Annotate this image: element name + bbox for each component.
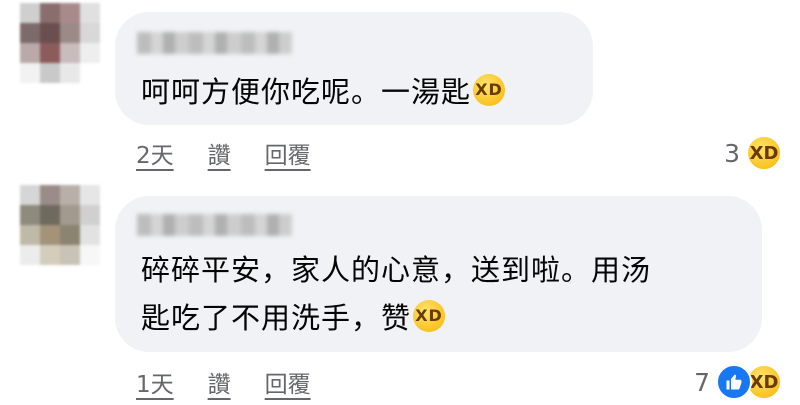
like-button[interactable]: 讚 [208,136,231,170]
laughing-emoji-icon: XD [746,135,782,171]
comment-actions: 2天 讚 回覆 [136,133,311,173]
reaction-summary[interactable]: 7 XD [694,362,782,402]
reaction-count: 7 [694,367,710,397]
reply-button[interactable]: 回覆 [265,136,311,170]
like-thumb-icon [716,364,752,400]
reaction-summary[interactable]: 3 XD [724,133,782,173]
commenter-name-blurred[interactable] [137,32,292,54]
reply-button[interactable]: 回覆 [265,365,311,399]
comment-text: 呵呵方便你吃呢。一湯匙 XD [141,68,571,116]
comment-text: 碎碎平安，家人的心意，送到啦。用汤 匙吃了不用洗手，赞 XD [141,253,652,335]
comment-1: 呵呵方便你吃呢。一湯匙 XD 2天 讚 回覆 3 XD [0,0,800,180]
reaction-count: 3 [724,138,740,168]
rolling-laughing-emoji-icon: XD [413,300,446,332]
avatar[interactable] [20,3,100,83]
comment-2: 碎碎平安，家人的心意，送到啦。用汤 匙吃了不用洗手，赞 XD 1天 讚 回覆 7 … [0,180,800,405]
commenter-name-blurred[interactable] [137,214,292,236]
comment-actions: 1天 讚 回覆 [136,362,311,402]
avatar[interactable] [20,185,100,265]
timestamp-link[interactable]: 1天 [136,365,174,399]
laughing-emoji-icon: XD [473,74,506,106]
like-button[interactable]: 讚 [208,365,231,399]
timestamp-link[interactable]: 2天 [136,136,174,170]
comment-bubble: 碎碎平安，家人的心意，送到啦。用汤 匙吃了不用洗手，赞 XD [115,196,762,352]
comment-bubble: 呵呵方便你吃呢。一湯匙 XD [115,12,593,125]
